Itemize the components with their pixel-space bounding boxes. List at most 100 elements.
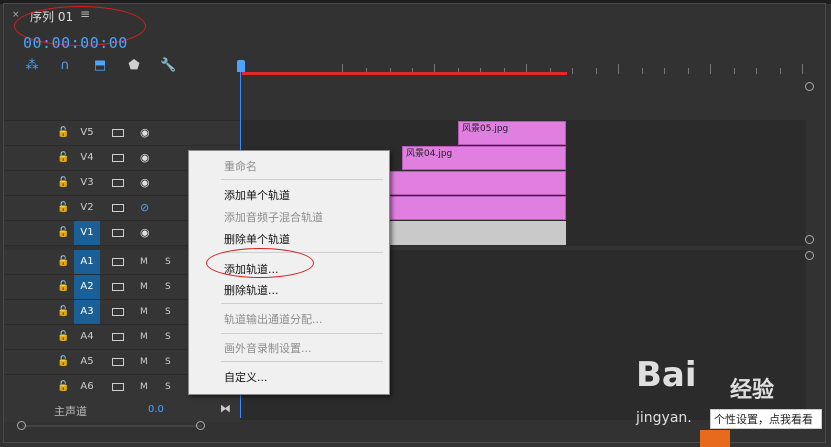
ruler-tick bbox=[780, 68, 781, 74]
mute-button[interactable]: M bbox=[140, 257, 148, 267]
lock-icon[interactable]: 🔓 bbox=[57, 331, 69, 342]
add-marker-icon[interactable]: ⬒ bbox=[92, 58, 108, 74]
menu-item-delete-single-track[interactable]: 删除单个轨道 bbox=[224, 231, 290, 247]
track-target-v1[interactable]: V1 bbox=[74, 221, 100, 245]
marker-icon[interactable]: ⬟ bbox=[126, 58, 142, 74]
video-track-header: 🔓 V5 ◉ bbox=[4, 121, 240, 145]
solo-button[interactable]: S bbox=[165, 282, 171, 292]
menu-item-add-single-track[interactable]: 添加单个轨道 bbox=[224, 187, 290, 203]
solo-button[interactable]: S bbox=[165, 257, 171, 267]
solo-button[interactable]: S bbox=[165, 357, 171, 367]
video-scroll-handle-bottom[interactable] bbox=[805, 235, 814, 244]
eye-icon[interactable]: ◉ bbox=[140, 226, 150, 239]
clip-v3[interactable]: jpg bbox=[372, 171, 566, 195]
scroll-zoom-handle[interactable] bbox=[805, 82, 814, 91]
master-volume-value[interactable]: 0.0 bbox=[148, 404, 164, 415]
ruler-tick bbox=[596, 68, 597, 74]
master-label: 主声道 bbox=[54, 405, 87, 418]
eye-icon[interactable]: ◉ bbox=[140, 126, 150, 139]
menu-separator bbox=[221, 333, 383, 334]
mute-button[interactable]: M bbox=[140, 307, 148, 317]
mute-button[interactable]: M bbox=[140, 332, 148, 342]
hscroll-left-handle[interactable] bbox=[17, 421, 26, 430]
ruler-tick bbox=[802, 64, 803, 74]
track-target-v2[interactable]: V2 bbox=[74, 196, 100, 220]
menu-separator bbox=[221, 361, 383, 362]
track-target-a6[interactable]: A6 bbox=[74, 375, 100, 399]
track-target-a5[interactable]: A5 bbox=[74, 350, 100, 374]
clip-v5[interactable]: 风景05.jpg bbox=[458, 121, 566, 145]
playhead-timecode[interactable]: 00:00:00:00 bbox=[23, 34, 128, 52]
lock-icon[interactable]: 🔓 bbox=[57, 306, 69, 317]
solo-button[interactable]: S bbox=[165, 307, 171, 317]
baidu-watermark-jingyan: 经验 bbox=[730, 378, 775, 403]
menu-separator bbox=[221, 303, 383, 304]
track-target-v5[interactable]: V5 bbox=[74, 121, 100, 145]
lock-icon[interactable]: 🔓 bbox=[57, 356, 69, 367]
menu-item-rename[interactable]: 重命名 bbox=[224, 158, 257, 174]
track-target-v4[interactable]: V4 bbox=[74, 146, 100, 170]
ruler-tick bbox=[734, 68, 735, 74]
sync-lock-icon[interactable] bbox=[112, 129, 124, 137]
clip-v1[interactable] bbox=[372, 221, 566, 245]
lock-icon[interactable]: 🔓 bbox=[57, 127, 69, 138]
horizontal-scrollbar[interactable] bbox=[22, 425, 202, 427]
lock-icon[interactable]: 🔓 bbox=[57, 152, 69, 163]
hscroll-right-handle[interactable] bbox=[196, 421, 205, 430]
menu-item-delete-tracks[interactable]: 删除轨道... bbox=[224, 282, 279, 298]
work-area-bar bbox=[242, 72, 567, 75]
track-target-a4[interactable]: A4 bbox=[74, 325, 100, 349]
ruler-tick bbox=[618, 64, 619, 74]
track-target-a2[interactable]: A2 bbox=[74, 275, 100, 299]
solo-button[interactable]: S bbox=[165, 332, 171, 342]
annotation-ellipse-add-tracks bbox=[206, 248, 314, 278]
sync-lock-icon[interactable] bbox=[112, 358, 124, 366]
watermark-domain: jingyan. bbox=[636, 410, 692, 426]
time-ruler[interactable] bbox=[240, 30, 810, 90]
track-target-a1[interactable]: A1 bbox=[74, 250, 100, 274]
lock-icon[interactable]: 🔓 bbox=[57, 202, 69, 213]
mute-button[interactable]: M bbox=[140, 282, 148, 292]
expand-master-icon[interactable]: ⧓ bbox=[220, 402, 231, 415]
mute-button[interactable]: M bbox=[140, 382, 148, 392]
ruler-tick bbox=[688, 68, 689, 74]
wrench-icon[interactable]: 🔧 bbox=[160, 58, 176, 74]
sync-lock-icon[interactable] bbox=[112, 154, 124, 162]
track-target-a3[interactable]: A3 bbox=[74, 300, 100, 324]
ruler-tick bbox=[710, 64, 711, 74]
menu-item-customize[interactable]: 自定义... bbox=[224, 369, 268, 385]
menu-item-voiceover-settings[interactable]: 画外音录制设置... bbox=[224, 340, 312, 356]
menu-item-track-output-mapping[interactable]: 轨道输出通道分配... bbox=[224, 311, 323, 327]
snap-icon[interactable]: ⁂ bbox=[24, 58, 40, 74]
eye-icon[interactable]: ◉ bbox=[140, 176, 150, 189]
linked-selection-icon[interactable]: ∩ bbox=[57, 58, 73, 74]
eye-icon[interactable]: ◉ bbox=[140, 151, 150, 164]
orange-badge bbox=[700, 430, 730, 447]
lock-icon[interactable]: 🔓 bbox=[57, 256, 69, 267]
mute-button[interactable]: M bbox=[140, 357, 148, 367]
personalize-popup[interactable]: 个性设置，点我看看 bbox=[710, 409, 822, 429]
sync-lock-icon[interactable] bbox=[112, 283, 124, 291]
sync-lock-icon[interactable] bbox=[112, 179, 124, 187]
sync-lock-icon[interactable] bbox=[112, 258, 124, 266]
clip-v2[interactable] bbox=[372, 196, 566, 220]
ruler-tick bbox=[756, 68, 757, 74]
clip-v4[interactable]: 风景04.jpg bbox=[402, 146, 566, 170]
lock-icon[interactable]: 🔓 bbox=[57, 281, 69, 292]
menu-item-add-audio-submix[interactable]: 添加音频子混合轨道 bbox=[224, 209, 323, 225]
playhead-handle[interactable] bbox=[237, 60, 245, 72]
ruler-tick bbox=[664, 68, 665, 74]
lock-icon[interactable]: 🔓 bbox=[57, 381, 69, 392]
lock-icon[interactable]: 🔓 bbox=[57, 227, 69, 238]
lock-icon[interactable]: 🔓 bbox=[57, 177, 69, 188]
audio-scroll-handle-top[interactable] bbox=[805, 251, 814, 260]
sync-lock-icon[interactable] bbox=[112, 229, 124, 237]
sync-lock-icon[interactable] bbox=[112, 333, 124, 341]
eye-hidden-icon[interactable]: ⊘ bbox=[140, 201, 149, 214]
sync-lock-icon[interactable] bbox=[112, 308, 124, 316]
sync-lock-icon[interactable] bbox=[112, 204, 124, 212]
track-target-v3[interactable]: V3 bbox=[74, 171, 100, 195]
solo-button[interactable]: S bbox=[165, 382, 171, 392]
ruler-tick bbox=[642, 68, 643, 74]
sync-lock-icon[interactable] bbox=[112, 383, 124, 391]
